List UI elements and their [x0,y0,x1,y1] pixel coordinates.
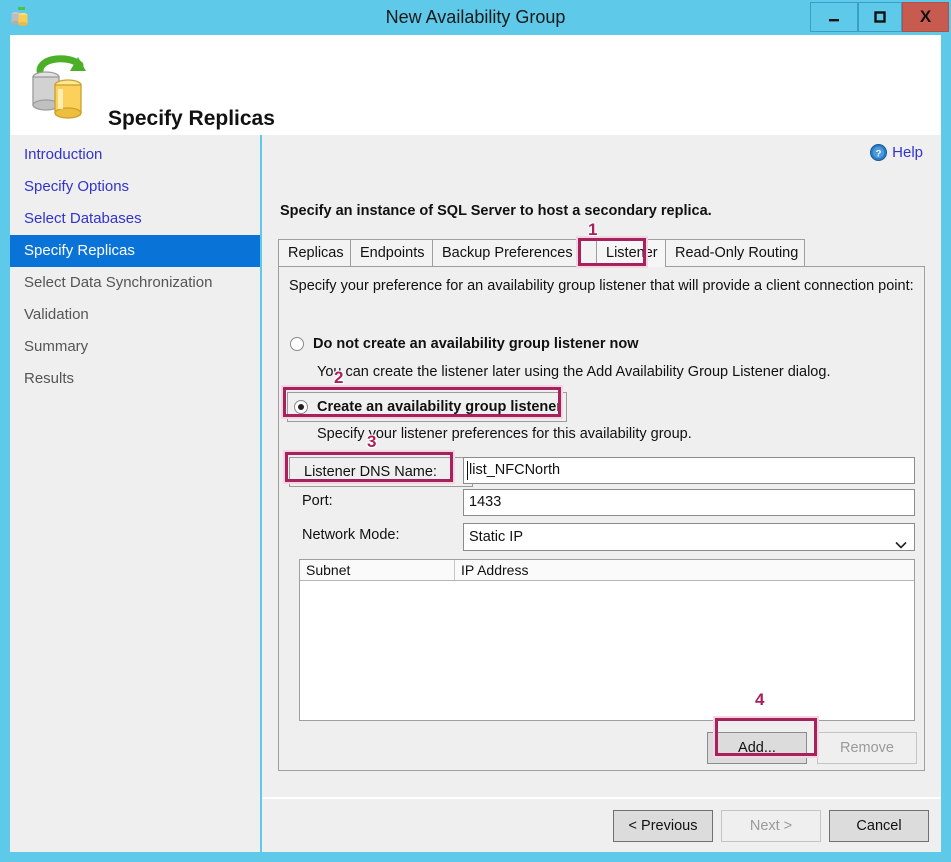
tab-replicas[interactable]: Replicas [278,239,351,267]
tab-read-only-routing[interactable]: Read-Only Routing [665,239,805,267]
add-button[interactable]: Add... [707,732,807,764]
help-label: Help [892,144,923,161]
sidebar-item-summary[interactable]: Summary [10,331,260,363]
listener-dns-name-input[interactable]: list_NFCNorth [463,457,915,484]
radio-dot-icon [290,337,304,351]
network-mode-value: Static IP [469,529,523,545]
tab-backup-preferences[interactable]: Backup Preferences [432,239,597,267]
instruction-text: Specify an instance of SQL Server to hos… [280,203,712,219]
radio-do-not-create-listener[interactable]: Do not create an availability group list… [290,336,639,352]
radio-do-not-create-label: Do not create an availability group list… [313,336,639,352]
question-mark-circle-icon: ? [870,144,887,161]
listener-dns-name-label: Listener DNS Name: [289,457,473,487]
preference-description: Specify your preference for an availabil… [289,276,915,297]
subnet-ip-table[interactable]: Subnet IP Address [299,559,915,721]
radio-create-listener[interactable]: Create an availability group listener [287,392,567,422]
network-mode-label: Network Mode: [302,527,400,543]
header-band: Specify Replicas [10,35,941,135]
sidebar-item-select-data-synchronization[interactable]: Select Data Synchronization [10,267,260,299]
sidebar-item-specify-replicas[interactable]: Specify Replicas [10,235,260,267]
create-listener-hint: Specify your listener preferences for th… [317,424,692,445]
window-title: New Availability Group [0,0,951,35]
tab-endpoints[interactable]: Endpoints [350,239,433,267]
wizard-sidebar: Introduction Specify Options Select Data… [10,135,260,852]
text-cursor [467,461,468,480]
database-sync-icon [20,45,100,125]
close-button[interactable]: X [902,2,949,32]
maximize-button[interactable] [858,2,902,32]
radio-dot-selected-icon [294,400,308,414]
network-mode-select[interactable]: Static IP [463,523,915,551]
port-input[interactable]: 1433 [463,489,915,516]
main-content: ? Help Specify an instance of SQL Server… [262,135,941,797]
close-icon: X [920,7,931,27]
sidebar-item-select-databases[interactable]: Select Databases [10,203,260,235]
port-label: Port: [302,493,333,509]
radio-create-listener-label: Create an availability group listener [317,399,562,415]
dialog-window: New Availability Group X Specif [0,0,951,862]
sidebar-item-validation[interactable]: Validation [10,299,260,331]
sidebar-item-results[interactable]: Results [10,363,260,395]
chevron-down-icon [895,532,907,540]
maximize-icon [872,9,888,25]
column-header-ip-address: IP Address [455,560,915,580]
previous-button[interactable]: < Previous [613,810,713,842]
minimize-icon [826,9,842,25]
tab-listener[interactable]: Listener [596,239,666,267]
listener-tab-panel: Specify your preference for an availabil… [278,266,925,771]
sidebar-item-introduction[interactable]: Introduction [10,139,260,171]
help-link[interactable]: ? Help [870,144,923,161]
column-header-subnet: Subnet [300,560,455,580]
title-bar: New Availability Group X [0,0,951,35]
svg-text:?: ? [876,148,882,159]
minimize-button[interactable] [810,2,858,32]
tab-strip: Replicas Endpoints Backup Preferences Li… [278,239,925,267]
page-title: Specify Replicas [108,107,275,131]
remove-button: Remove [817,732,917,764]
footer-bar: < Previous Next > Cancel [262,799,941,852]
do-not-create-hint: You can create the listener later using … [317,362,830,383]
table-header-row: Subnet IP Address [300,560,914,581]
cancel-button[interactable]: Cancel [829,810,929,842]
sidebar-item-specify-options[interactable]: Specify Options [10,171,260,203]
next-button: Next > [721,810,821,842]
